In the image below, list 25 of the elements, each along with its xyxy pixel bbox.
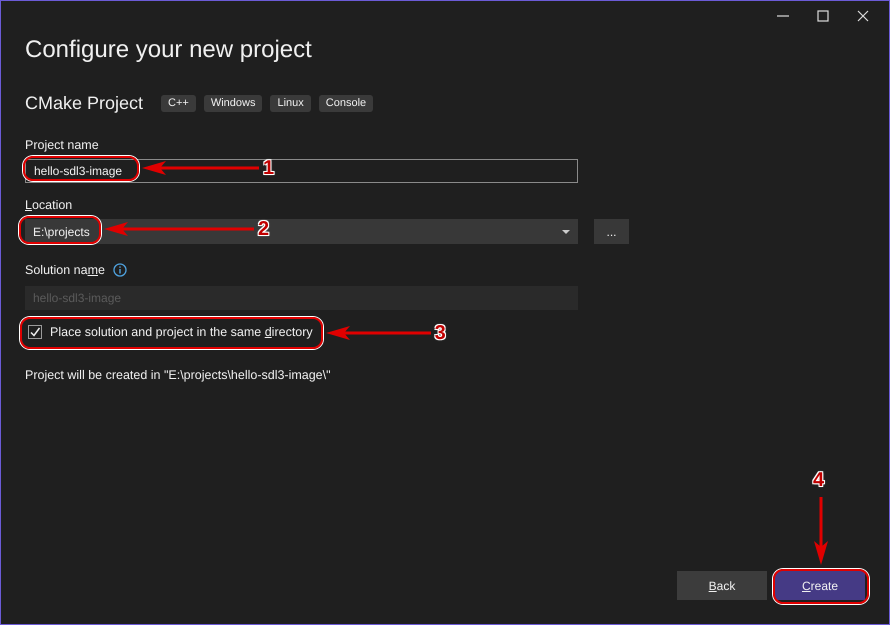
field-label: Project name [25,137,100,153]
page-title: Configure your new project [25,35,313,65]
info-icon[interactable] [112,263,127,277]
checkmark-icon [30,327,40,337]
field-label: Location [25,197,72,213]
maximize-icon [817,10,829,22]
callout-number: 4 [813,469,824,491]
info-text: Project will be created in "E:\projects\hello-sdl3-image\" [25,367,332,383]
checkbox[interactable] [28,325,42,339]
arrow [813,497,829,565]
template-name: CMake Project [25,92,144,115]
create-button[interactable]: Create [775,571,865,600]
tag: Linux [270,94,311,112]
callout-number: 2 [258,218,270,240]
checkbox-label[interactable]: Place solution and project in the same directory [50,324,313,340]
callout-number: 3 [434,322,446,344]
close-icon [857,10,869,22]
caret-icon [562,230,570,234]
browse-button[interactable]: ... [594,219,629,244]
back-button[interactable]: Back [677,571,767,600]
callout-number: 1 [263,157,274,179]
field-label: Solution name [25,262,105,278]
tag: C++ [161,94,196,112]
tag: Windows [204,94,262,112]
tag: Console [318,94,374,112]
